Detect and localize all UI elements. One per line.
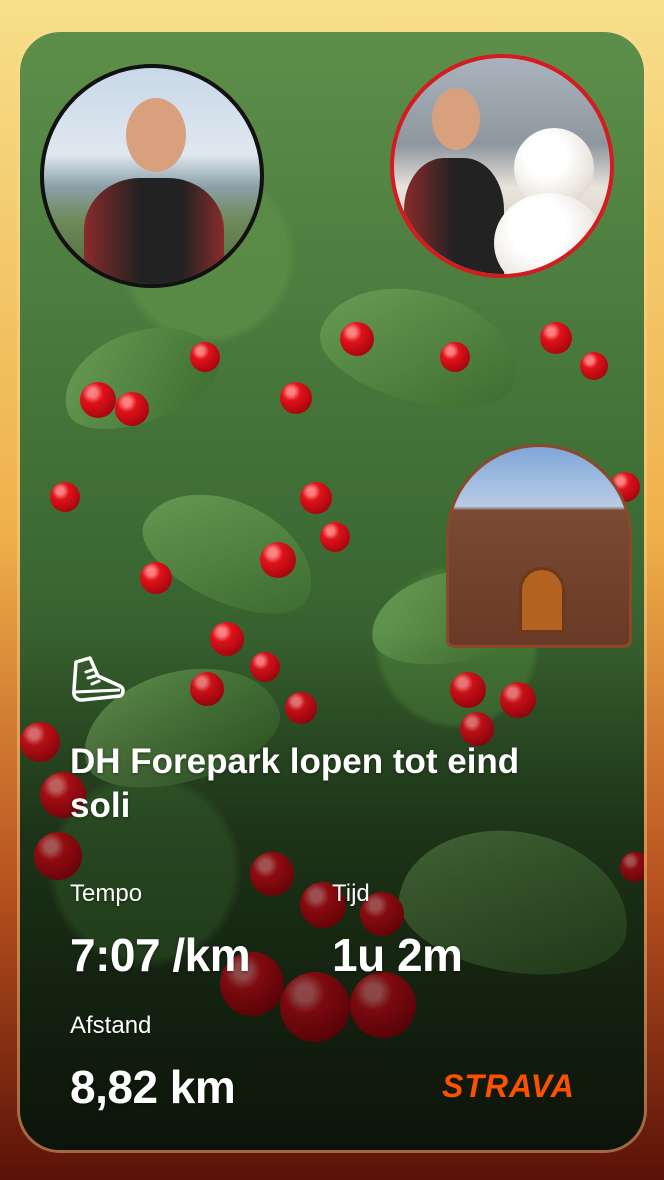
- running-shoe-icon: [72, 656, 125, 702]
- activity-photo-1[interactable]: [40, 64, 264, 288]
- berry-decoration: [140, 562, 172, 594]
- activity-photo-3[interactable]: [446, 444, 632, 648]
- time-label: Tijd: [332, 880, 370, 907]
- berry-decoration: [115, 392, 149, 426]
- activity-photo-2[interactable]: [390, 54, 614, 278]
- distance-label: Afstand: [70, 1012, 152, 1039]
- berry-decoration: [280, 382, 312, 414]
- berry-decoration: [580, 352, 608, 380]
- berry-decoration: [50, 482, 80, 512]
- runner-head: [432, 88, 480, 150]
- runner-torso: [404, 158, 504, 274]
- activity-title: DH Forepark lopen tot eind soli: [70, 742, 520, 825]
- berry-decoration: [340, 322, 374, 356]
- time-value: 1u 2m: [332, 929, 463, 981]
- berry-decoration: [540, 322, 572, 354]
- leaf-decoration: [49, 307, 231, 447]
- berry-decoration: [80, 382, 116, 418]
- strava-logo: STRAVA: [442, 1068, 575, 1104]
- distance-value: 8,82 km: [70, 1061, 236, 1113]
- pace-value: 7:07 /km: [70, 929, 251, 981]
- berry-decoration: [440, 342, 470, 372]
- runner-torso: [84, 178, 224, 284]
- berry-decoration: [190, 342, 220, 372]
- statue-body: [494, 193, 604, 274]
- pace-label: Tempo: [70, 880, 143, 907]
- berry-decoration: [260, 542, 296, 578]
- runner-head: [126, 98, 186, 172]
- berry-decoration: [320, 522, 350, 552]
- building-door: [519, 567, 565, 633]
- berry-decoration: [300, 482, 332, 514]
